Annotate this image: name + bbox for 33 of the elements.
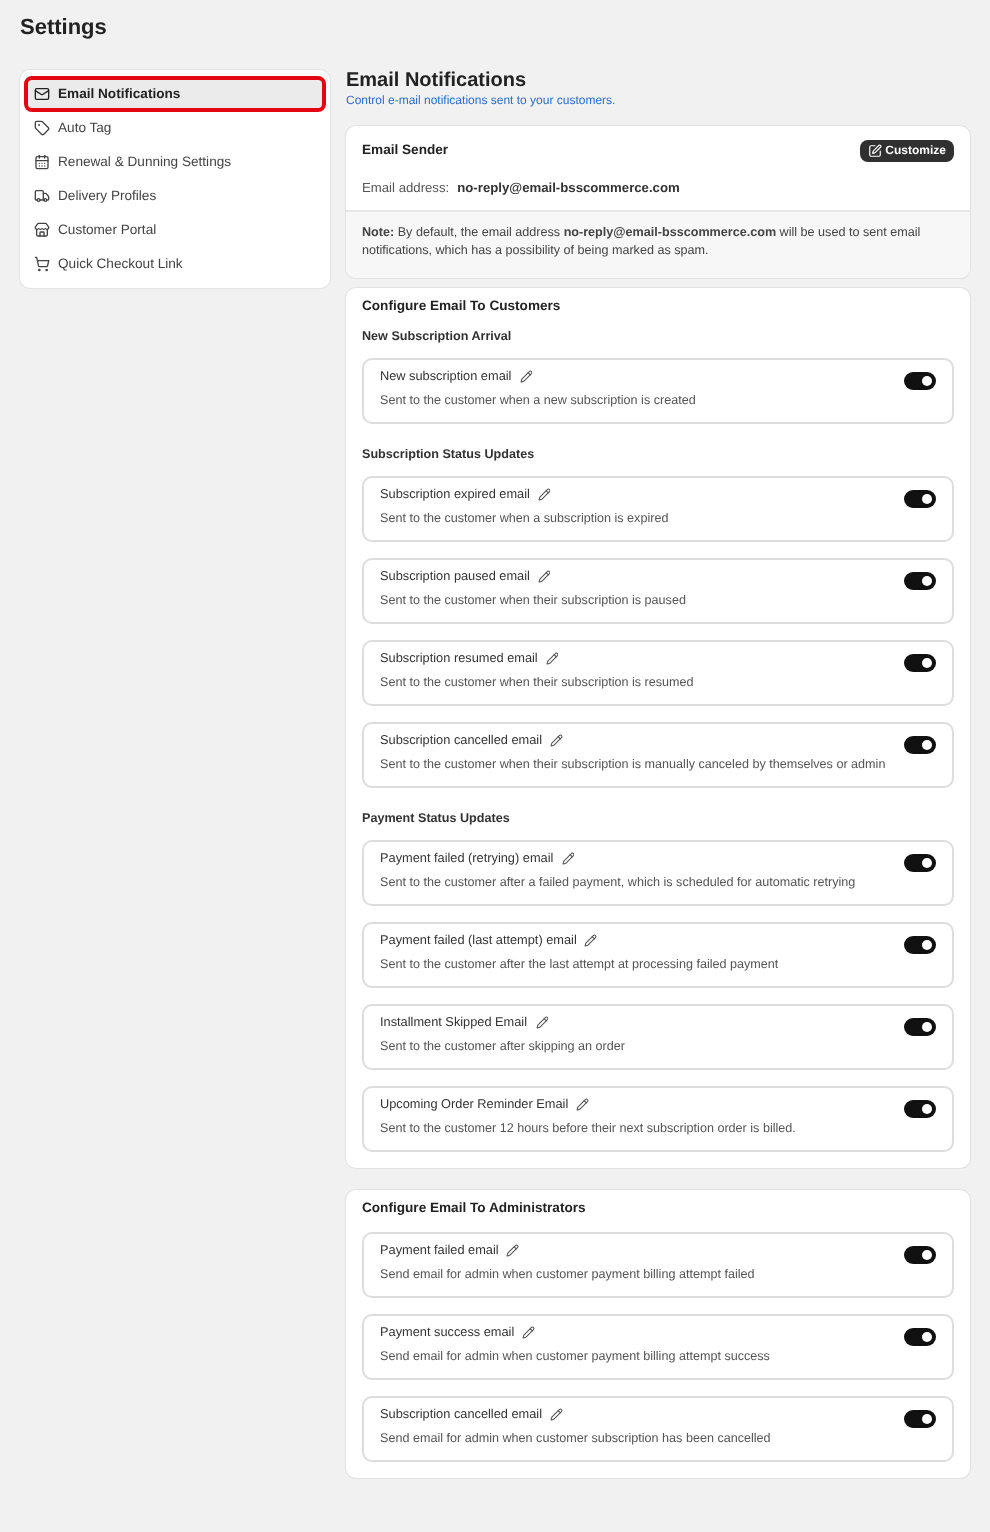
toggle-switch[interactable] xyxy=(904,571,936,590)
edit-icon[interactable] xyxy=(519,370,533,384)
edit-icon[interactable] xyxy=(584,934,598,948)
calendar-icon xyxy=(34,154,50,170)
toggle-switch[interactable] xyxy=(904,1017,936,1036)
edit-icon[interactable] xyxy=(522,1326,536,1340)
edit-icon[interactable] xyxy=(537,570,551,584)
toggle-switch[interactable] xyxy=(904,1327,936,1346)
toggle-switch[interactable] xyxy=(904,1409,936,1428)
toggle-switch[interactable] xyxy=(904,1099,936,1118)
edit-icon[interactable] xyxy=(550,734,563,748)
edit-icon[interactable] xyxy=(561,852,575,866)
edit-icon[interactable] xyxy=(576,1098,590,1112)
edit-icon[interactable] xyxy=(550,1408,563,1422)
toggle-switch[interactable] xyxy=(904,935,936,954)
mail-icon xyxy=(34,86,50,102)
toggle-switch[interactable] xyxy=(904,1245,936,1264)
edit-icon[interactable] xyxy=(545,652,559,666)
store-icon xyxy=(34,222,50,238)
toggle-switch[interactable] xyxy=(904,371,936,390)
toggle-switch[interactable] xyxy=(904,735,936,754)
page-title: Settings xyxy=(20,16,109,40)
edit-icon[interactable] xyxy=(537,488,551,502)
section-title: Email Notifications xyxy=(346,70,529,92)
truck-icon xyxy=(34,188,50,204)
tag-icon xyxy=(34,120,50,136)
toggle-switch[interactable] xyxy=(904,653,936,672)
edit-icon[interactable] xyxy=(506,1244,520,1258)
toggle-switch[interactable] xyxy=(904,853,936,872)
toggle-switch[interactable] xyxy=(904,489,936,508)
cart-icon xyxy=(34,256,50,272)
edit-icon xyxy=(867,144,882,158)
edit-icon[interactable] xyxy=(535,1016,549,1030)
